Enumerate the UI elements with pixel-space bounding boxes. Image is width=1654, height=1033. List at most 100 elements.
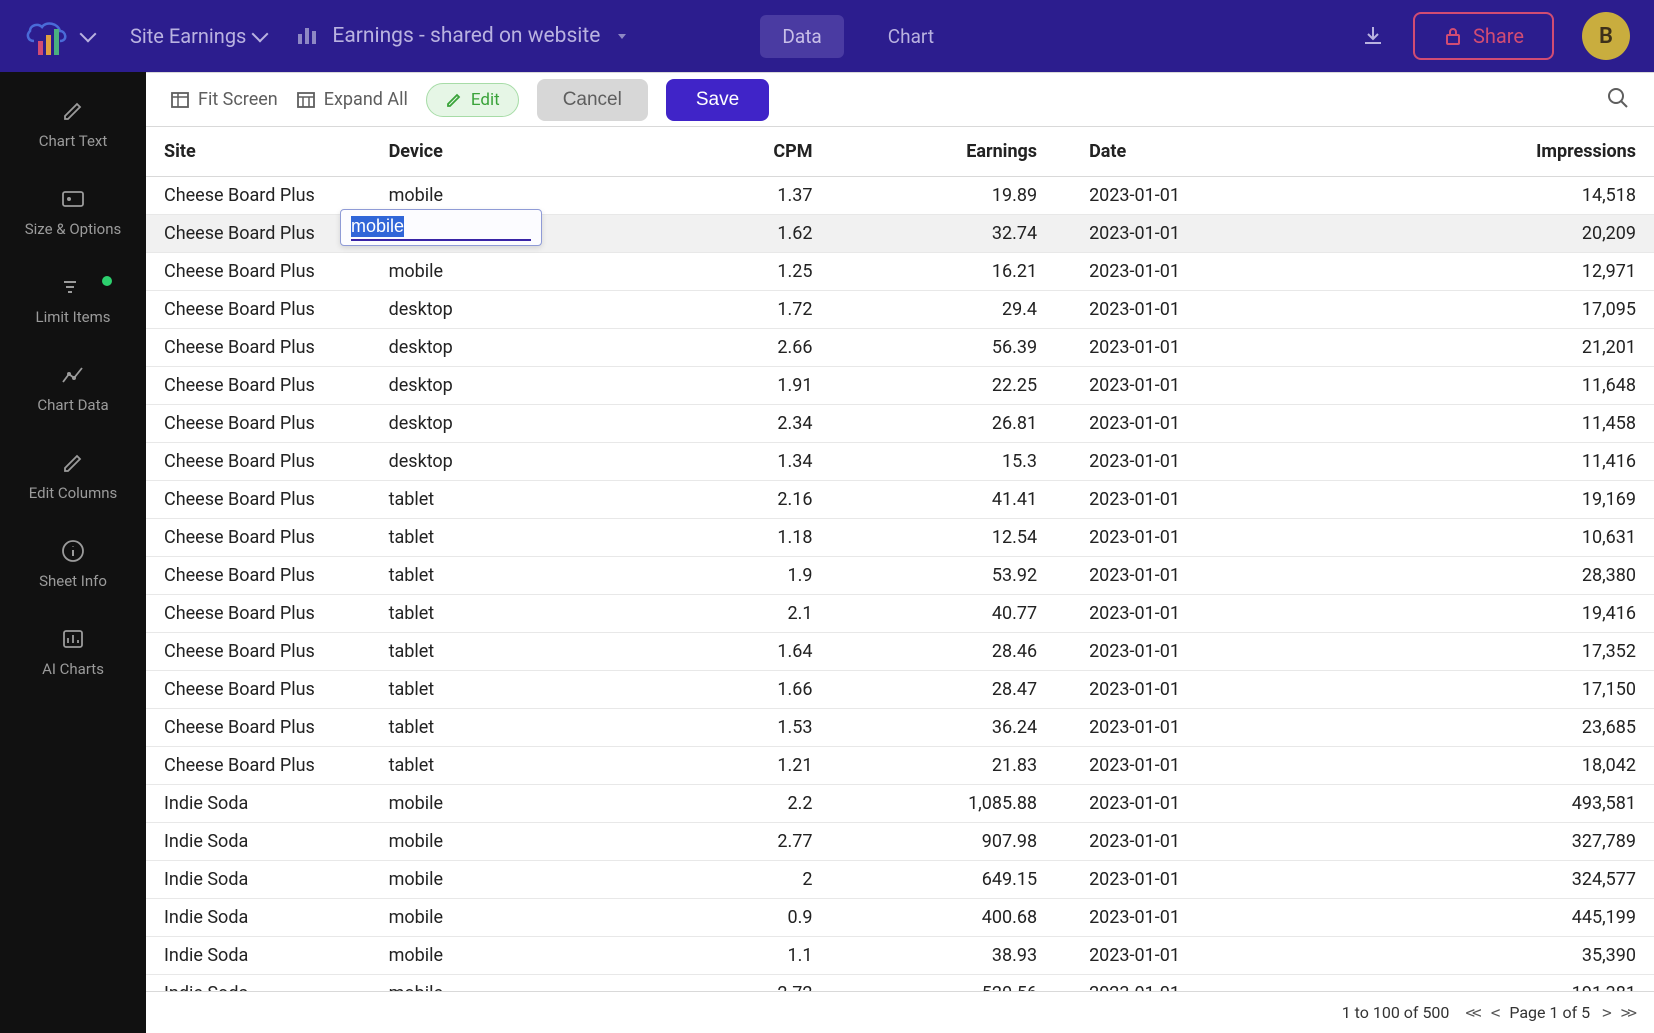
cell-site[interactable]: Indie Soda: [146, 975, 371, 992]
table-row[interactable]: Cheese Board Plustablet1.6628.472023-01-…: [146, 671, 1654, 709]
cell-date[interactable]: 2023-01-01: [1055, 519, 1333, 557]
cell-impressions[interactable]: 11,458: [1333, 405, 1654, 443]
pager-prev[interactable]: <: [1491, 1003, 1498, 1022]
cell-site[interactable]: Cheese Board Plus: [146, 405, 371, 443]
cell-site[interactable]: Indie Soda: [146, 937, 371, 975]
sidebar-item-sheet-info[interactable]: Sheet Info: [0, 520, 146, 608]
cell-device[interactable]: mobile: [371, 975, 649, 992]
cell-earnings[interactable]: 29.4: [830, 291, 1055, 329]
cell-earnings[interactable]: 907.98: [830, 823, 1055, 861]
save-button[interactable]: Save: [666, 79, 769, 121]
cell-earnings[interactable]: 26.81: [830, 405, 1055, 443]
cell-device[interactable]: tablet: [371, 557, 649, 595]
cell-impressions[interactable]: 23,685: [1333, 709, 1654, 747]
table-row[interactable]: Indie Sodamobile0.9400.682023-01-01445,1…: [146, 899, 1654, 937]
cell-earnings[interactable]: 649.15: [830, 861, 1055, 899]
sidebar-item-edit-columns[interactable]: Edit Columns: [0, 432, 146, 520]
cell-device[interactable]: mobile: [371, 823, 649, 861]
cell-impressions[interactable]: 445,199: [1333, 899, 1654, 937]
cell-earnings[interactable]: 16.21: [830, 253, 1055, 291]
cell-cpm[interactable]: 1.72: [649, 291, 831, 329]
cell-device[interactable]: desktop: [371, 443, 649, 481]
table-row[interactable]: Indie Sodamobile2.21,085.882023-01-01493…: [146, 785, 1654, 823]
cell-earnings[interactable]: 400.68: [830, 899, 1055, 937]
cell-cpm[interactable]: 2.1: [649, 595, 831, 633]
cell-cpm[interactable]: 1.64: [649, 633, 831, 671]
cell-cpm[interactable]: 1.18: [649, 519, 831, 557]
cell-impressions[interactable]: 11,648: [1333, 367, 1654, 405]
cell-date[interactable]: 2023-01-01: [1055, 215, 1333, 253]
cell-impressions[interactable]: 35,390: [1333, 937, 1654, 975]
cell-date[interactable]: 2023-01-01: [1055, 975, 1333, 992]
cell-earnings[interactable]: 32.74: [830, 215, 1055, 253]
expand-all-button[interactable]: Expand All: [296, 89, 408, 110]
table-row[interactable]: Indie Sodamobile2.72520.562023-01-01191,…: [146, 975, 1654, 992]
cell-earnings[interactable]: 41.41: [830, 481, 1055, 519]
cell-impressions[interactable]: 19,169: [1333, 481, 1654, 519]
cell-cpm[interactable]: 2.77: [649, 823, 831, 861]
cell-impressions[interactable]: 20,209: [1333, 215, 1654, 253]
col-impressions[interactable]: Impressions: [1333, 127, 1654, 177]
cell-date[interactable]: 2023-01-01: [1055, 329, 1333, 367]
cell-date[interactable]: 2023-01-01: [1055, 709, 1333, 747]
cell-date[interactable]: 2023-01-01: [1055, 481, 1333, 519]
cell-cpm[interactable]: 1.66: [649, 671, 831, 709]
cell-date[interactable]: 2023-01-01: [1055, 671, 1333, 709]
cell-impressions[interactable]: 327,789: [1333, 823, 1654, 861]
cell-site[interactable]: Cheese Board Plus: [146, 481, 371, 519]
cell-editor-input[interactable]: [351, 216, 531, 241]
cell-device[interactable]: tablet: [371, 481, 649, 519]
share-button[interactable]: Share: [1413, 12, 1554, 60]
cell-cpm[interactable]: 2.16: [649, 481, 831, 519]
table-row[interactable]: Cheese Board Plustablet2.1641.412023-01-…: [146, 481, 1654, 519]
cell-date[interactable]: 2023-01-01: [1055, 253, 1333, 291]
fit-screen-button[interactable]: Fit Screen: [170, 89, 278, 110]
table-row[interactable]: Indie Sodamobile2.77907.982023-01-01327,…: [146, 823, 1654, 861]
cell-earnings[interactable]: 520.56: [830, 975, 1055, 992]
cell-site[interactable]: Cheese Board Plus: [146, 709, 371, 747]
cell-cpm[interactable]: 1.9: [649, 557, 831, 595]
cell-impressions[interactable]: 14,518: [1333, 177, 1654, 215]
cell-impressions[interactable]: 17,352: [1333, 633, 1654, 671]
sidebar-item-chart-data[interactable]: Chart Data: [0, 344, 146, 432]
cell-date[interactable]: 2023-01-01: [1055, 405, 1333, 443]
cell-impressions[interactable]: 191,381: [1333, 975, 1654, 992]
cell-site[interactable]: Indie Soda: [146, 899, 371, 937]
cell-device[interactable]: desktop: [371, 329, 649, 367]
cell-cpm[interactable]: 1.53: [649, 709, 831, 747]
app-logo[interactable]: [24, 15, 94, 57]
cell-date[interactable]: 2023-01-01: [1055, 823, 1333, 861]
cell-site[interactable]: Cheese Board Plus: [146, 177, 371, 215]
cell-device[interactable]: tablet: [371, 709, 649, 747]
cell-earnings[interactable]: 21.83: [830, 747, 1055, 785]
table-row[interactable]: Cheese Board Plustablet1.5336.242023-01-…: [146, 709, 1654, 747]
cell-impressions[interactable]: 324,577: [1333, 861, 1654, 899]
cell-site[interactable]: Cheese Board Plus: [146, 367, 371, 405]
cell-earnings[interactable]: 40.77: [830, 595, 1055, 633]
sidebar-item-size-options[interactable]: Size & Options: [0, 168, 146, 256]
chart-selector[interactable]: Earnings - shared on website: [296, 20, 630, 52]
cell-site[interactable]: Indie Soda: [146, 823, 371, 861]
cell-earnings[interactable]: 36.24: [830, 709, 1055, 747]
cell-cpm[interactable]: 0.9: [649, 899, 831, 937]
cell-site[interactable]: Indie Soda: [146, 861, 371, 899]
cell-cpm[interactable]: 1.62: [649, 215, 831, 253]
project-selector[interactable]: Site Earnings: [130, 24, 266, 48]
cell-device[interactable]: desktop: [371, 405, 649, 443]
cell-site[interactable]: Cheese Board Plus: [146, 253, 371, 291]
cell-earnings[interactable]: 15.3: [830, 443, 1055, 481]
cell-cpm[interactable]: 2.66: [649, 329, 831, 367]
table-row[interactable]: Cheese Board Plustablet1.1812.542023-01-…: [146, 519, 1654, 557]
sidebar-item-ai-charts[interactable]: AI Charts: [0, 608, 146, 696]
tab-chart[interactable]: Chart: [866, 15, 956, 58]
cell-date[interactable]: 2023-01-01: [1055, 861, 1333, 899]
pager-last[interactable]: >>: [1621, 1003, 1634, 1022]
col-earnings[interactable]: Earnings: [830, 127, 1055, 177]
cell-device[interactable]: tablet: [371, 633, 649, 671]
cell-earnings[interactable]: 28.46: [830, 633, 1055, 671]
cell-site[interactable]: Cheese Board Plus: [146, 519, 371, 557]
cell-device[interactable]: tablet: [371, 595, 649, 633]
cell-earnings[interactable]: 56.39: [830, 329, 1055, 367]
cell-cpm[interactable]: 1.34: [649, 443, 831, 481]
cell-cpm[interactable]: 1.37: [649, 177, 831, 215]
